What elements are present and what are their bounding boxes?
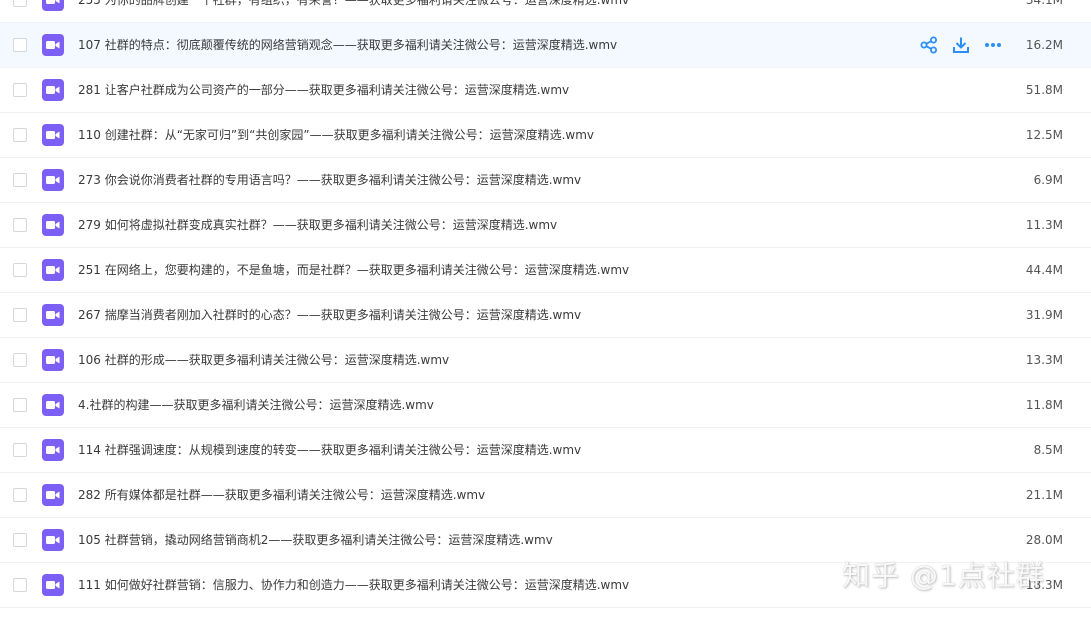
file-name[interactable]: 114 社群强调速度：从规模到速度的转变——获取更多福利请关注微公号：运营深度精… — [78, 428, 581, 472]
row-checkbox[interactable] — [13, 353, 27, 367]
file-row[interactable]: 255 为你的品牌创建一个社群，有组织，有荣誉？——获取更多福利请关注微公号：运… — [0, 0, 1091, 23]
file-name[interactable]: 281 让客户社群成为公司资产的一部分——获取更多福利请关注微公号：运营深度精选… — [78, 68, 569, 112]
file-size: 31.9M — [1025, 308, 1063, 322]
download-icon[interactable] — [950, 34, 972, 56]
video-file-icon — [42, 34, 64, 56]
video-file-icon — [42, 304, 64, 326]
row-checkbox[interactable] — [13, 263, 27, 277]
file-name[interactable]: 110 创建社群：从“无家可归”到“共创家园”——获取更多福利请关注微公号：运营… — [78, 113, 594, 157]
row-checkbox[interactable] — [13, 173, 27, 187]
file-size: 11.3M — [1025, 218, 1063, 232]
file-name[interactable]: 251 在网络上，您要构建的，不是鱼塘，而是社群？—获取更多福利请关注微公号：运… — [78, 248, 629, 292]
row-checkbox[interactable] — [13, 308, 27, 322]
row-checkbox[interactable] — [13, 533, 27, 547]
row-checkbox[interactable] — [13, 128, 27, 142]
more-icon[interactable] — [982, 34, 1004, 56]
file-row[interactable]: 281 让客户社群成为公司资产的一部分——获取更多福利请关注微公号：运营深度精选… — [0, 68, 1091, 113]
file-row[interactable]: 4.社群的构建——获取更多福利请关注微公号：运营深度精选.wmv 11.8M — [0, 383, 1091, 428]
file-name[interactable]: 273 你会说你消费者社群的专用语言吗？——获取更多福利请关注微公号：运营深度精… — [78, 158, 581, 202]
file-size: 51.8M — [1025, 83, 1063, 97]
file-size: 13.3M — [1025, 353, 1063, 367]
file-size: 21.1M — [1025, 488, 1063, 502]
file-size: 34.1M — [1025, 0, 1063, 7]
file-list: 255 为你的品牌创建一个社群，有组织，有荣誉？——获取更多福利请关注微公号：运… — [0, 0, 1091, 624]
file-size: 18.3M — [1025, 578, 1063, 592]
row-actions — [918, 34, 1004, 56]
file-size: 28.0M — [1025, 533, 1063, 547]
file-name[interactable]: 107 社群的特点：彻底颠覆传统的网络营销观念——获取更多福利请关注微公号：运营… — [78, 23, 617, 67]
video-file-icon — [42, 124, 64, 146]
video-file-icon — [42, 0, 64, 11]
share-icon[interactable] — [918, 34, 940, 56]
row-checkbox[interactable] — [13, 443, 27, 457]
row-checkbox[interactable] — [13, 398, 27, 412]
video-file-icon — [42, 439, 64, 461]
file-size: 6.9M — [1033, 173, 1063, 187]
file-name[interactable]: 111 如何做好社群营销：信服力、协作力和创造力——获取更多福利请关注微公号：运… — [78, 563, 629, 607]
row-checkbox[interactable] — [13, 0, 27, 7]
file-name[interactable]: 282 所有媒体都是社群——获取更多福利请关注微公号：运营深度精选.wmv — [78, 473, 485, 517]
file-name[interactable]: 106 社群的形成——获取更多福利请关注微公号：运营深度精选.wmv — [78, 338, 449, 382]
file-size: 11.8M — [1025, 398, 1063, 412]
video-file-icon — [42, 79, 64, 101]
file-row[interactable]: 267 揣摩当消费者刚加入社群时的心态？——获取更多福利请关注微公号：运营深度精… — [0, 293, 1091, 338]
file-size: 8.5M — [1033, 443, 1063, 457]
file-row[interactable]: 251 在网络上，您要构建的，不是鱼塘，而是社群？—获取更多福利请关注微公号：运… — [0, 248, 1091, 293]
file-row[interactable]: 114 社群强调速度：从规模到速度的转变——获取更多福利请关注微公号：运营深度精… — [0, 428, 1091, 473]
video-file-icon — [42, 214, 64, 236]
file-row[interactable]: 111 如何做好社群营销：信服力、协作力和创造力——获取更多福利请关注微公号：运… — [0, 563, 1091, 608]
file-name[interactable]: 4.社群的构建——获取更多福利请关注微公号：运营深度精选.wmv — [78, 383, 434, 427]
video-file-icon — [42, 259, 64, 281]
video-file-icon — [42, 169, 64, 191]
file-row[interactable]: 279 如何将虚拟社群变成真实社群？——获取更多福利请关注微公号：运营深度精选.… — [0, 203, 1091, 248]
row-checkbox[interactable] — [13, 83, 27, 97]
file-size: 44.4M — [1025, 263, 1063, 277]
row-checkbox[interactable] — [13, 488, 27, 502]
row-checkbox[interactable] — [13, 38, 27, 52]
row-checkbox[interactable] — [13, 218, 27, 232]
file-row[interactable]: 107 社群的特点：彻底颠覆传统的网络营销观念——获取更多福利请关注微公号：运营… — [0, 23, 1091, 68]
row-checkbox[interactable] — [13, 578, 27, 592]
video-file-icon — [42, 529, 64, 551]
file-name[interactable]: 267 揣摩当消费者刚加入社群时的心态？——获取更多福利请关注微公号：运营深度精… — [78, 293, 581, 337]
file-name[interactable]: 255 为你的品牌创建一个社群，有组织，有荣誉？——获取更多福利请关注微公号：运… — [78, 0, 629, 22]
file-size: 16.2M — [1025, 38, 1063, 52]
video-file-icon — [42, 574, 64, 596]
video-file-icon — [42, 349, 64, 371]
file-row[interactable]: 106 社群的形成——获取更多福利请关注微公号：运营深度精选.wmv 13.3M — [0, 338, 1091, 383]
file-row[interactable]: 273 你会说你消费者社群的专用语言吗？——获取更多福利请关注微公号：运营深度精… — [0, 158, 1091, 203]
video-file-icon — [42, 484, 64, 506]
file-name[interactable]: 105 社群营销，撬动网络营销商机2——获取更多福利请关注微公号：运营深度精选.… — [78, 518, 553, 562]
file-name[interactable]: 279 如何将虚拟社群变成真实社群？——获取更多福利请关注微公号：运营深度精选.… — [78, 203, 557, 247]
file-size: 12.5M — [1025, 128, 1063, 142]
file-row[interactable]: 110 创建社群：从“无家可归”到“共创家园”——获取更多福利请关注微公号：运营… — [0, 113, 1091, 158]
video-file-icon — [42, 394, 64, 416]
file-row[interactable]: 282 所有媒体都是社群——获取更多福利请关注微公号：运营深度精选.wmv 21… — [0, 473, 1091, 518]
file-row[interactable]: 105 社群营销，撬动网络营销商机2——获取更多福利请关注微公号：运营深度精选.… — [0, 518, 1091, 563]
